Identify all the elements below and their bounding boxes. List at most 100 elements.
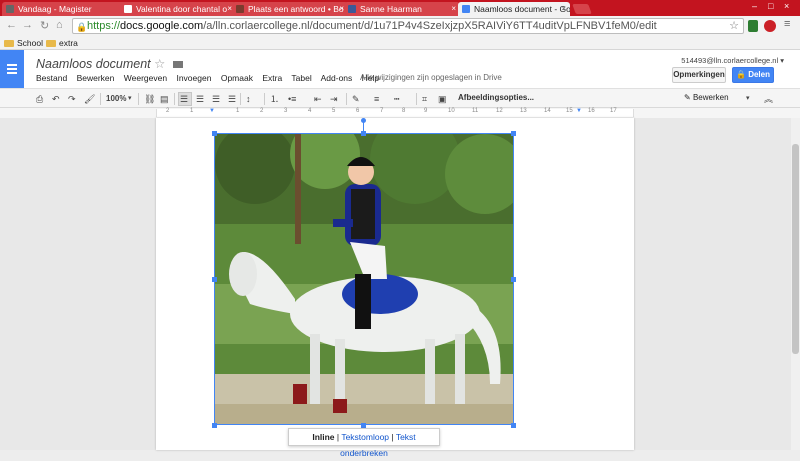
bookmark-extra[interactable]: extra bbox=[46, 38, 78, 48]
bookmark-star-icon[interactable]: ☆ bbox=[729, 19, 739, 33]
menu-extra[interactable]: Extra bbox=[262, 73, 282, 83]
tab-title: Plaats een antwoord • Bo bbox=[248, 4, 344, 14]
tab-title: Sanne Haarman bbox=[360, 4, 422, 14]
menu-icon[interactable]: ≡ bbox=[784, 18, 790, 30]
reload-icon[interactable]: ↻ bbox=[40, 19, 49, 32]
address-bar[interactable]: 🔒 https://docs.google.com/a/lln.corlaerc… bbox=[72, 18, 744, 34]
tab-sanne-haarman[interactable]: Sanne Haarman × bbox=[344, 2, 460, 16]
forward-icon[interactable]: → bbox=[22, 19, 33, 31]
bookmark-school[interactable]: School bbox=[4, 38, 43, 48]
close-icon[interactable]: × bbox=[561, 2, 566, 16]
rotate-handle[interactable] bbox=[361, 118, 366, 123]
share-button[interactable]: 🔒 Delen bbox=[732, 67, 774, 83]
link-icon[interactable]: ⛓ bbox=[144, 93, 155, 105]
decrease-indent-icon[interactable]: ⇤ bbox=[314, 93, 322, 105]
resize-handle-bottom-right[interactable] bbox=[511, 423, 516, 428]
redo-icon[interactable]: ↷ bbox=[68, 93, 76, 105]
align-center-icon[interactable]: ☰ bbox=[196, 93, 204, 105]
chevron-down-icon[interactable]: ▾ bbox=[128, 93, 132, 105]
menu-bewerken[interactable]: Bewerken bbox=[77, 73, 115, 83]
undo-icon[interactable]: ↶ bbox=[52, 93, 60, 105]
numbered-list-icon[interactable]: ⒈ bbox=[270, 93, 279, 105]
maximize-icon[interactable]: □ bbox=[768, 1, 773, 11]
minimize-icon[interactable]: – bbox=[752, 1, 757, 11]
print-icon[interactable]: ⎙ bbox=[36, 93, 43, 105]
menu-tabel[interactable]: Tabel bbox=[291, 73, 311, 83]
resize-handle-top[interactable] bbox=[361, 131, 366, 136]
docs-header: Naamloos document ☆ Bestand Bewerken Wee… bbox=[0, 50, 800, 88]
scrollbar-thumb[interactable] bbox=[792, 144, 799, 354]
comment-icon[interactable]: ▤ bbox=[160, 93, 169, 105]
ruler-label: 1 bbox=[236, 108, 240, 114]
ruler[interactable]: 2 1 ▼ 1 2 3 4 5 6 7 8 9 10 11 12 13 14 1… bbox=[0, 108, 800, 118]
menu-invoegen[interactable]: Invoegen bbox=[176, 73, 211, 83]
pencil-icon: ✎ bbox=[684, 93, 693, 102]
save-status[interactable]: Alle wijzigingen zijn opgeslagen in Driv… bbox=[360, 73, 502, 82]
indent-marker-icon[interactable]: ▼ bbox=[209, 108, 215, 114]
folder-icon bbox=[4, 40, 14, 47]
resize-handle-top-left[interactable] bbox=[212, 131, 217, 136]
wrap-inline-option[interactable]: Inline bbox=[312, 432, 334, 442]
ruler-label: 11 bbox=[472, 108, 479, 114]
ruler-label: 14 bbox=[544, 108, 551, 114]
pen-icon[interactable]: ✎ bbox=[352, 93, 360, 105]
menu-weergeven[interactable]: Weergeven bbox=[124, 73, 167, 83]
document-title[interactable]: Naamloos document ☆ bbox=[36, 56, 183, 71]
zoom-select[interactable]: 100% bbox=[106, 93, 126, 105]
scrollbar[interactable] bbox=[791, 118, 800, 450]
menu-addons[interactable]: Add-ons bbox=[321, 73, 353, 83]
ruler-label: 9 bbox=[424, 108, 428, 114]
border-weight-icon[interactable]: ≡ bbox=[374, 93, 379, 105]
forum-favicon-icon bbox=[236, 5, 244, 13]
ruler-label: 1 bbox=[190, 108, 194, 114]
magister-favicon-icon bbox=[6, 5, 14, 13]
wrap-text-option[interactable]: Tekstomloop bbox=[341, 432, 389, 442]
chevron-down-icon[interactable]: ▾ bbox=[746, 93, 750, 105]
pinterest-icon[interactable] bbox=[764, 20, 776, 32]
ruler-track bbox=[156, 109, 634, 117]
resize-handle-bottom-left[interactable] bbox=[212, 423, 217, 428]
ruler-label: 2 bbox=[166, 108, 170, 114]
ruler-label: 10 bbox=[448, 108, 455, 114]
resize-handle-top-right[interactable] bbox=[511, 131, 516, 136]
ruler-label: 2 bbox=[260, 108, 264, 114]
folder-icon[interactable] bbox=[172, 61, 183, 68]
paint-format-icon[interactable]: 🖌 bbox=[84, 93, 95, 105]
tab-title: Valentina door chantal o bbox=[136, 4, 228, 14]
tab-valentina[interactable]: Valentina door chantal o × bbox=[120, 2, 236, 16]
ruler-label: 12 bbox=[496, 108, 503, 114]
lock-icon: 🔒 bbox=[736, 70, 749, 79]
ruler-label: 5 bbox=[332, 108, 336, 114]
resize-handle-right[interactable] bbox=[511, 277, 516, 282]
align-right-icon[interactable]: ☰ bbox=[212, 93, 220, 105]
horse-rider-photo bbox=[215, 134, 513, 424]
star-icon[interactable]: ☆ bbox=[154, 57, 165, 71]
new-tab-button[interactable] bbox=[572, 4, 592, 14]
inserted-image[interactable] bbox=[214, 133, 514, 425]
menu-opmaak[interactable]: Opmaak bbox=[221, 73, 253, 83]
tab-naamloos-document[interactable]: Naamloos document - Go × bbox=[458, 2, 570, 16]
bulleted-list-icon[interactable]: •≡ bbox=[288, 93, 296, 105]
border-dash-icon[interactable]: ┅ bbox=[394, 93, 399, 105]
extension-icon[interactable] bbox=[748, 20, 758, 32]
increase-indent-icon[interactable]: ⇥ bbox=[330, 93, 338, 105]
close-window-icon[interactable]: × bbox=[784, 1, 789, 11]
image-options-button[interactable]: Afbeeldingsopties... bbox=[458, 93, 534, 102]
collapse-icon[interactable]: ︽ bbox=[764, 93, 773, 105]
back-icon[interactable]: ← bbox=[6, 19, 17, 31]
comments-button[interactable]: Opmerkingen bbox=[672, 67, 726, 83]
home-icon[interactable]: ⌂ bbox=[56, 19, 63, 31]
editing-mode-select[interactable]: ✎ Bewerken bbox=[684, 93, 729, 102]
resize-handle-left[interactable] bbox=[212, 277, 217, 282]
account-email[interactable]: 514493@lln.corlaercollege.nl ▾ bbox=[681, 56, 784, 65]
menu-bestand[interactable]: Bestand bbox=[36, 73, 67, 83]
align-justify-icon[interactable]: ☰ bbox=[228, 93, 236, 105]
crop-icon[interactable]: ⌗ bbox=[422, 93, 427, 105]
close-icon[interactable]: × bbox=[451, 2, 456, 16]
line-spacing-icon[interactable]: ↕ bbox=[246, 93, 251, 105]
tab-magister[interactable]: Vandaag - Magister × bbox=[2, 2, 130, 16]
tab-plaats-antwoord[interactable]: Plaats een antwoord • Bo × bbox=[232, 2, 348, 16]
right-indent-marker-icon[interactable]: ▼ bbox=[576, 108, 582, 114]
image-icon[interactable]: ▣ bbox=[438, 93, 447, 105]
docs-menu-icon[interactable] bbox=[0, 50, 24, 88]
